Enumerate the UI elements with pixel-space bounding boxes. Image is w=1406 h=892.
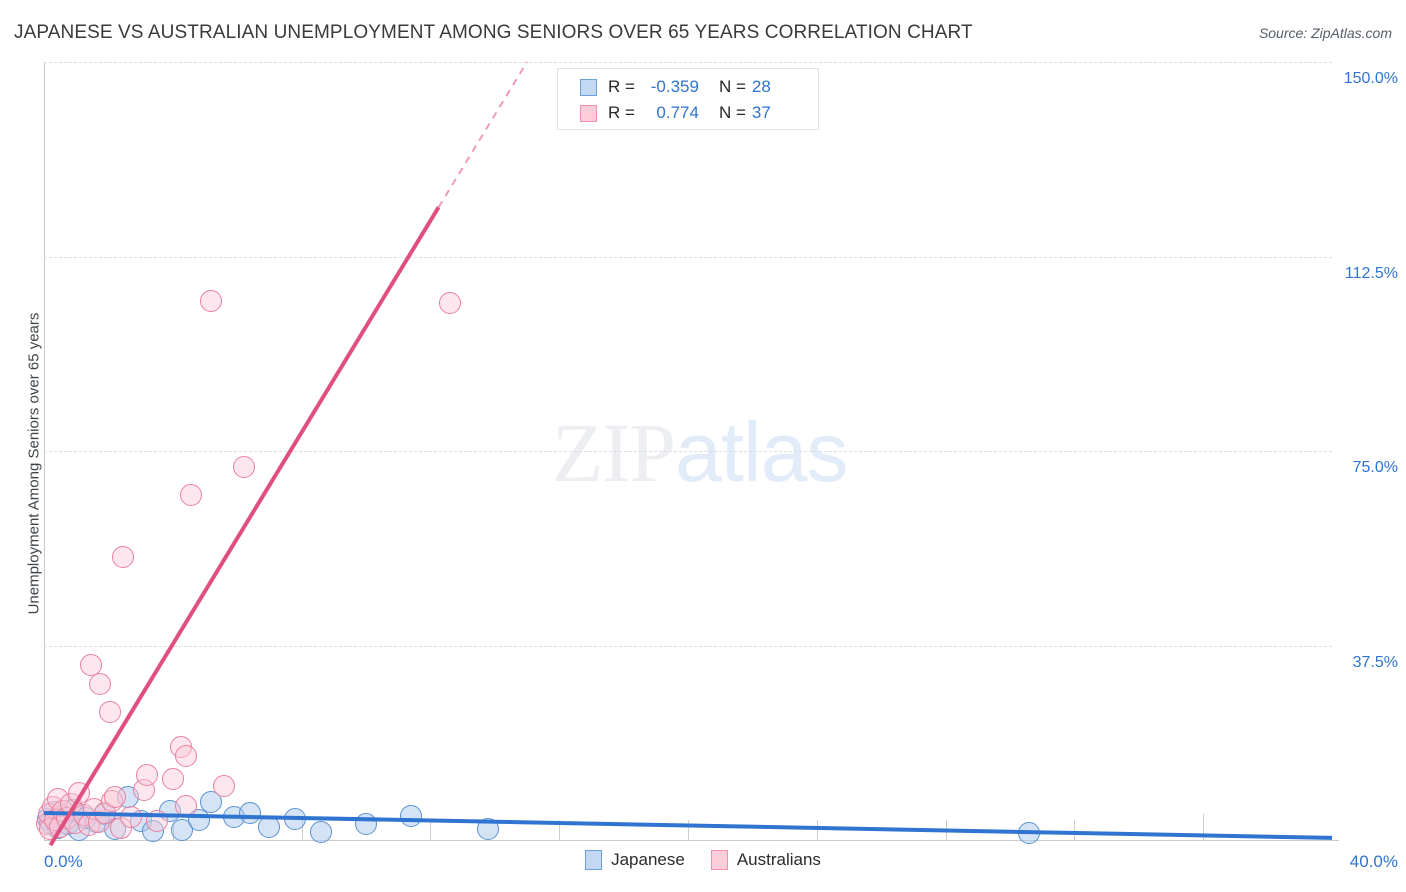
data-point-au[interactable] <box>213 775 236 798</box>
stats-row-japanese: R = -0.359 N = 28 <box>580 74 818 100</box>
y-axis-tick-label: 112.5% <box>1344 264 1398 282</box>
page-title: JAPANESE VS AUSTRALIAN UNEMPLOYMENT AMON… <box>14 22 973 43</box>
data-point-au[interactable] <box>89 673 112 696</box>
gridline-y <box>44 256 1332 258</box>
stats-swatch-japanese <box>580 78 597 96</box>
stats-row-australians: R = 0.774 N = 37 <box>580 100 818 126</box>
chart-legend: Japanese Australians <box>0 850 1406 870</box>
data-point-au[interactable] <box>200 289 223 312</box>
stats-n-value-australians: 37 <box>751 103 771 122</box>
data-point-jp[interactable] <box>1018 821 1041 844</box>
data-point-jp[interactable] <box>239 802 262 825</box>
stats-n-label-japanese: N = <box>718 77 746 96</box>
data-point-au[interactable] <box>174 744 197 767</box>
data-point-au[interactable] <box>145 810 168 833</box>
legend-swatch-australians <box>710 850 728 870</box>
legend-label-japanese: Japanese <box>611 850 685 869</box>
gridline-y <box>44 62 1332 63</box>
correlation-stats-box: R = -0.359 N = 28 R = 0.774 N = 37 <box>557 68 819 130</box>
zipatlas-watermark: ZIPatlas <box>552 404 848 502</box>
data-point-jp[interactable] <box>400 805 423 828</box>
stats-r-label-japanese: R = <box>608 77 635 96</box>
legend-item-australians[interactable]: Australians <box>710 850 821 870</box>
data-point-au[interactable] <box>119 806 142 829</box>
data-point-au[interactable] <box>161 767 184 790</box>
x-axis-line <box>44 840 1339 841</box>
watermark-atlas-text: atlas <box>675 405 848 499</box>
gridline-y <box>44 451 1332 452</box>
data-point-au[interactable] <box>232 455 255 478</box>
stats-n-value-japanese: 28 <box>751 77 771 96</box>
x-axis-tick <box>816 820 818 840</box>
data-point-au[interactable] <box>79 653 102 676</box>
x-axis-tick <box>688 820 689 840</box>
data-point-jp[interactable] <box>284 808 307 831</box>
data-point-jp[interactable] <box>309 820 332 843</box>
data-point-au[interactable] <box>179 483 202 506</box>
stats-r-value-australians: 0.774 <box>656 103 699 122</box>
data-point-jp[interactable] <box>355 813 377 836</box>
legend-item-japanese[interactable]: Japanese <box>585 850 685 870</box>
stats-r-label-australians: R = <box>608 103 635 122</box>
data-point-au[interactable] <box>438 291 461 314</box>
data-point-jp[interactable] <box>477 817 500 840</box>
y-axis-tick-label: 37.5% <box>1352 653 1398 671</box>
y-axis-tick-label: 150.0% <box>1343 70 1398 87</box>
x-axis-tick <box>430 820 432 840</box>
plot-area: ZIPatlas <box>36 62 1332 844</box>
legend-swatch-japanese <box>585 850 603 870</box>
x-axis-tick <box>1203 814 1205 840</box>
data-point-au[interactable] <box>99 701 121 724</box>
source-attribution: Source: ZipAtlas.com <box>1258 25 1392 41</box>
correlation-chart: JAPANESE VS AUSTRALIAN UNEMPLOYMENT AMON… <box>0 0 1406 892</box>
gridline-y <box>44 645 1332 647</box>
x-axis-tick <box>559 820 561 840</box>
x-axis-tick <box>1074 820 1076 840</box>
y-axis-title: Unemployment Among Seniors over 65 years <box>25 312 43 615</box>
watermark-zip-text: ZIP <box>552 407 676 500</box>
stats-n-label-australians: N = <box>718 103 746 122</box>
data-point-jp[interactable] <box>258 815 281 838</box>
y-axis-tick-label: 75.0% <box>1352 459 1398 476</box>
data-point-au[interactable] <box>174 794 197 817</box>
legend-label-australians: Australians <box>736 850 821 869</box>
stats-swatch-australians <box>580 104 597 122</box>
stats-r-value-japanese: -0.359 <box>650 77 699 96</box>
data-point-au[interactable] <box>111 545 134 568</box>
x-axis-tick <box>945 820 947 840</box>
data-point-au[interactable] <box>136 763 159 786</box>
